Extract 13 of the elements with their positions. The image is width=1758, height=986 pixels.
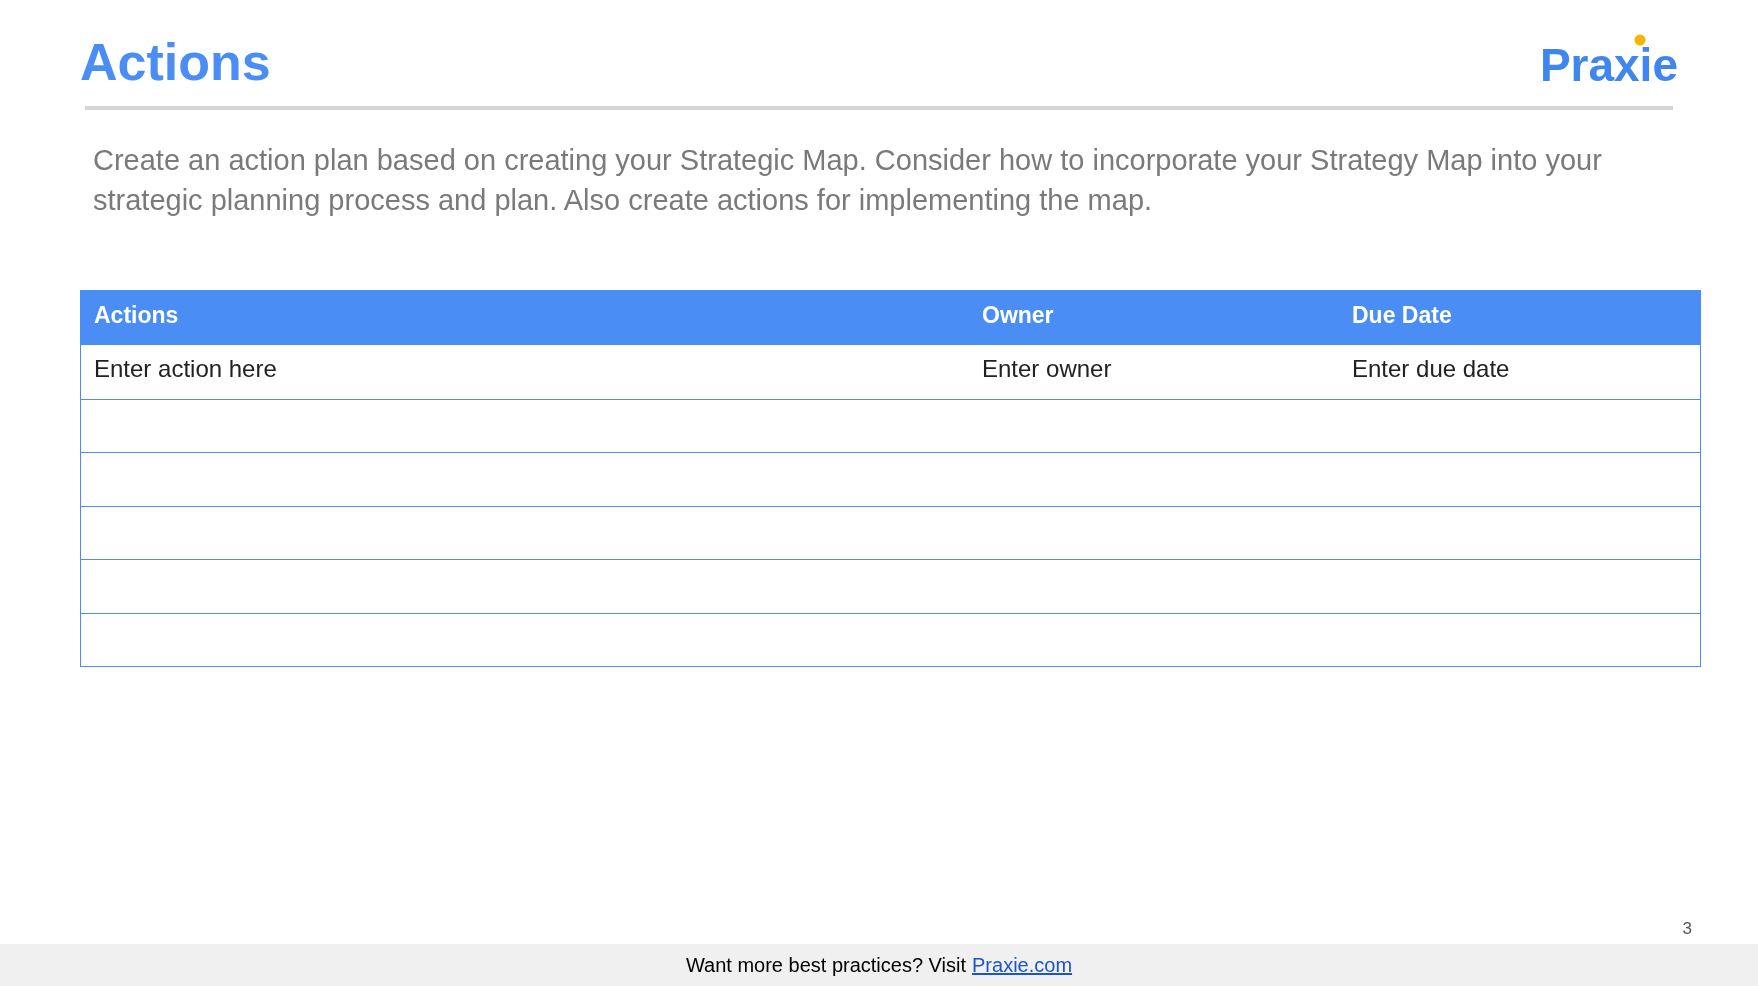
sun-dot-icon — [1634, 34, 1646, 46]
table-cell: Enter action here — [94, 355, 277, 382]
column-header: Owner — [982, 302, 1054, 328]
slide-title: Actions — [80, 36, 271, 88]
logo-text: Praxie — [1539, 42, 1678, 88]
intro-paragraph: Create an action plan based on creating your Strategic Map. Consider how to incorporate your Strategy Map into your strategic planning process and plan. Also create actions for implementing the map. — [93, 143, 1603, 218]
table-cell: Enter due date — [1352, 355, 1510, 382]
praxie-link[interactable]: Praxie.com — [972, 950, 1073, 980]
page-number: 3 — [1682, 918, 1692, 940]
column-header: Actions — [94, 302, 179, 328]
column-header: Due Date — [1352, 302, 1452, 328]
footer-text: Want more best practices? Visit — [685, 953, 967, 978]
table-cell: Enter owner — [982, 355, 1112, 382]
